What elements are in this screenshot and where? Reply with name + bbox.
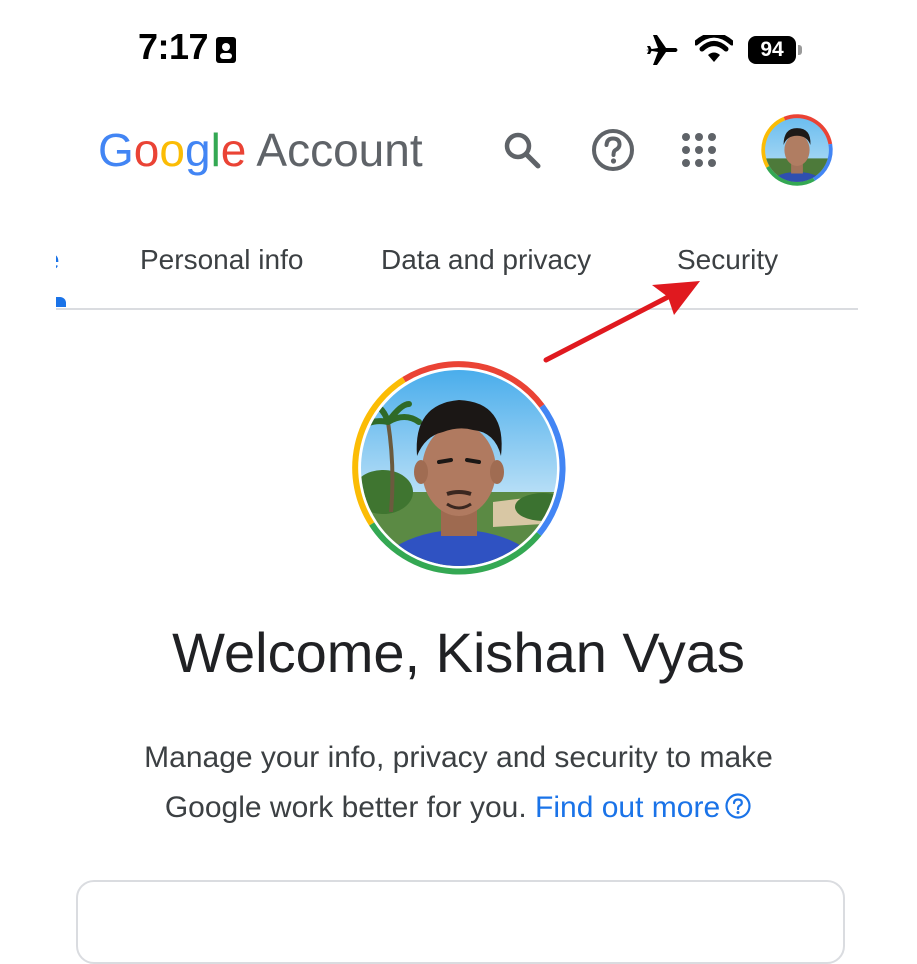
welcome-heading: Welcome, Kishan Vyas — [172, 621, 745, 684]
tab-personal-info[interactable]: Personal info — [140, 244, 303, 276]
logo-letter: o — [159, 124, 185, 176]
battery-level: 94 — [748, 36, 796, 64]
status-bar: 7:17 94 — [0, 0, 917, 100]
apps-button[interactable] — [671, 122, 727, 178]
content-card — [76, 880, 845, 964]
logo-letter: o — [133, 124, 160, 176]
logo-letter: G — [98, 124, 134, 176]
wifi-icon — [695, 35, 733, 62]
google-account-logo[interactable]: Google Account — [98, 122, 423, 178]
logo-product-name: Account — [256, 124, 423, 176]
active-tab-indicator — [56, 297, 66, 307]
profile-photo[interactable] — [343, 352, 575, 584]
help-icon — [592, 129, 634, 171]
help-button[interactable] — [585, 122, 641, 178]
battery-icon: 94 — [748, 36, 802, 64]
tab-security[interactable]: Security — [677, 244, 778, 276]
battery-tip — [798, 45, 802, 55]
search-button[interactable] — [494, 122, 550, 178]
tab-bar: e Personal info Data and privacy Securit… — [56, 230, 858, 310]
logo-letter: l — [210, 124, 221, 176]
apps-icon — [682, 133, 716, 167]
logo-letter: g — [184, 124, 211, 176]
search-icon — [504, 132, 541, 169]
avatar[interactable] — [755, 108, 839, 192]
find-out-more-label: Find out more — [535, 791, 721, 824]
intro-text: Manage your info, privacy and security t… — [95, 733, 822, 833]
find-out-more-link[interactable]: Find out more — [535, 791, 752, 824]
tab-data-and-privacy[interactable]: Data and privacy — [381, 244, 591, 276]
status-time: 7:17 — [138, 26, 209, 67]
help-circle-icon — [725, 793, 751, 819]
tab-home[interactable]: e — [56, 244, 60, 276]
airplane-icon — [646, 35, 678, 65]
badge-icon — [216, 37, 236, 63]
logo-letter: e — [220, 124, 247, 176]
